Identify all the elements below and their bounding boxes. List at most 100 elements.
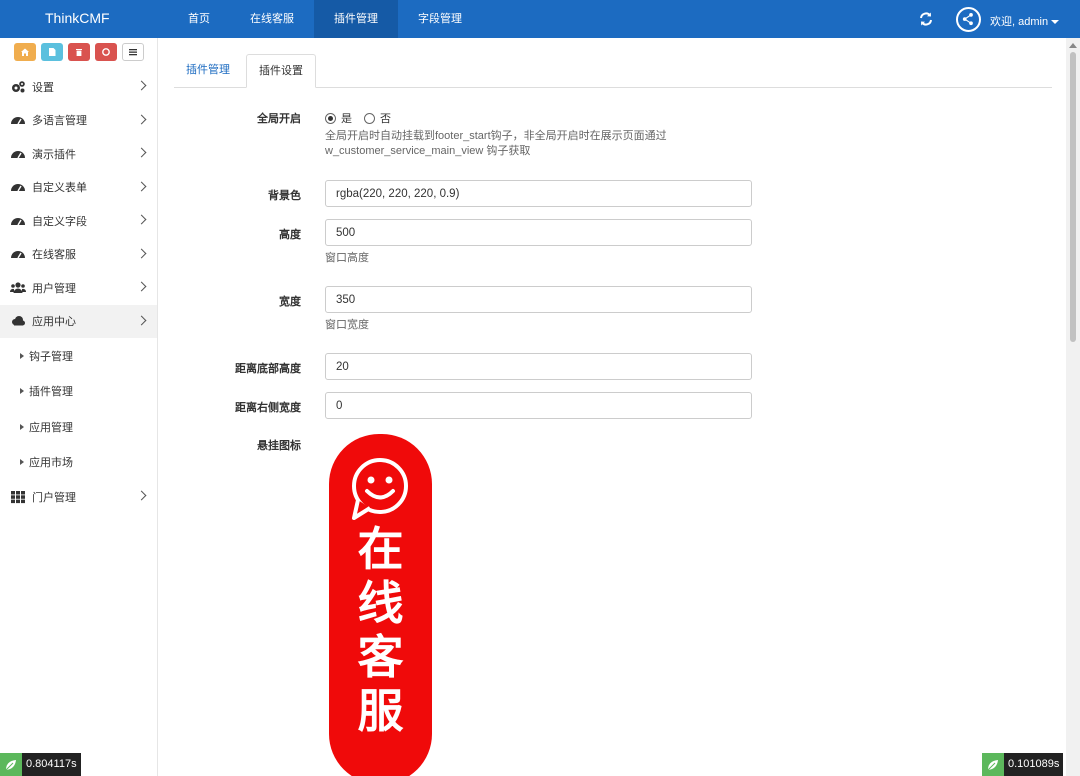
sidebar-subitem-label: 应用管理 xyxy=(29,421,73,434)
brand-logo[interactable]: ThinkCMF xyxy=(45,10,110,26)
debug-time-right: 0.101089s xyxy=(1004,753,1064,776)
top-navbar: ThinkCMF 首页 在线客服 插件管理 字段管理 欢迎, admin xyxy=(0,0,1080,38)
sidebar-item-portal-manage[interactable]: 门户管理 xyxy=(0,480,157,514)
sidebar-subitem-label: 应用市场 xyxy=(29,457,73,470)
dashboard-icon xyxy=(10,247,26,261)
refresh-icon[interactable] xyxy=(918,11,934,27)
radio-no-label[interactable]: 否 xyxy=(380,110,391,126)
sidebar-item-label: 门户管理 xyxy=(32,491,76,504)
height-input[interactable] xyxy=(325,219,752,246)
sidebar-item-custom-form[interactable]: 自定义表单 xyxy=(0,171,157,205)
sidebar-item-multilang[interactable]: 多语言管理 xyxy=(0,104,157,138)
users-icon xyxy=(10,281,26,295)
width-label: 宽度 xyxy=(279,296,301,308)
page-scrollbar[interactable] xyxy=(1066,38,1080,776)
sidebar-subitem-app-manage[interactable]: 应用管理 xyxy=(0,409,157,445)
tab-plugin-settings[interactable]: 插件设置 xyxy=(246,54,316,88)
sidebar-subitem-hook-manage[interactable]: 钩子管理 xyxy=(0,338,157,374)
sidebar-item-label: 设置 xyxy=(32,81,54,94)
list-icon[interactable] xyxy=(121,43,144,61)
radio-yes[interactable] xyxy=(325,112,336,124)
hang-icon-label: 悬挂图标 xyxy=(257,440,301,452)
scroll-up-icon[interactable] xyxy=(1069,43,1077,48)
chevron-right-icon xyxy=(136,315,147,325)
top-nav: 首页 在线客服 插件管理 字段管理 xyxy=(168,0,482,38)
right-distance-input[interactable] xyxy=(325,392,752,419)
avatar[interactable] xyxy=(956,7,981,32)
bottom-distance-label: 距离底部高度 xyxy=(235,363,301,375)
sidebar-item-label: 自定义表单 xyxy=(32,182,87,195)
caret-right-icon xyxy=(20,352,24,359)
debug-trace-left[interactable]: 0.804117s xyxy=(0,753,81,776)
radio-yes-label[interactable]: 是 xyxy=(341,110,352,126)
debug-time-left: 0.804117s xyxy=(22,753,81,776)
caret-right-icon xyxy=(20,388,24,395)
hang-icon-text: 在 线 客 服 xyxy=(329,522,432,738)
dashboard-icon xyxy=(10,214,26,228)
global-enable-help: 全局开启时自动挂载到footer_start钩子，非全局开启时在展示页面通过 w… xyxy=(325,129,667,159)
right-distance-label: 距离右侧宽度 xyxy=(235,402,301,414)
sidebar-item-label: 自定义字段 xyxy=(32,215,87,228)
sidebar-item-label: 用户管理 xyxy=(32,282,76,295)
cloud-icon xyxy=(10,314,26,328)
height-help: 窗口高度 xyxy=(325,252,369,264)
trash-icon[interactable] xyxy=(67,43,90,61)
global-enable-label: 全局开启 xyxy=(257,113,301,125)
home-icon[interactable] xyxy=(13,43,36,61)
gears-icon xyxy=(10,80,26,94)
hang-icon-image[interactable]: 在 线 客 服 xyxy=(329,434,432,776)
main-content: 插件管理 插件设置 全局开启 是 否 全局开启时自动挂载到footer_star… xyxy=(158,38,1066,776)
leaf-icon xyxy=(982,753,1004,776)
sidebar-item-demo-plugin[interactable]: 演示插件 xyxy=(0,137,157,171)
sidebar-item-online-service[interactable]: 在线客服 xyxy=(0,238,157,272)
tab-bar: 插件管理 插件设置 xyxy=(174,54,1052,88)
chevron-right-icon xyxy=(136,147,147,158)
user-greeting-text: 欢迎, admin xyxy=(990,16,1049,28)
dashboard-icon xyxy=(10,113,26,127)
chevron-right-icon xyxy=(136,248,147,258)
hang-icon-char: 线 xyxy=(357,576,404,630)
chevron-right-icon xyxy=(136,114,147,124)
user-menu[interactable]: 欢迎, admin xyxy=(990,13,1060,29)
tab-plugin-manage[interactable]: 插件管理 xyxy=(174,54,242,88)
sidebar-item-app-center[interactable]: 应用中心 xyxy=(0,304,157,338)
height-label: 高度 xyxy=(279,229,301,241)
file-icon[interactable] xyxy=(40,43,63,61)
bottom-distance-input[interactable] xyxy=(325,353,752,380)
background-color-input[interactable] xyxy=(325,180,752,207)
grid-icon xyxy=(10,490,26,504)
global-enable-help-line2: w_customer_service_main_view 钩子获取 xyxy=(325,145,531,157)
topnav-plugin-manage[interactable]: 插件管理 xyxy=(314,0,398,38)
global-enable-radio-group: 是 否 xyxy=(325,110,403,126)
caret-right-icon xyxy=(20,459,24,466)
sidebar-item-user-manage[interactable]: 用户管理 xyxy=(0,271,157,305)
sidebar-item-label: 在线客服 xyxy=(32,249,76,262)
hang-icon-char: 客 xyxy=(357,630,404,684)
dashboard-icon xyxy=(10,180,26,194)
sidebar: 设置 多语言管理 演示插件 自定义表单 自定义字段 在线客服 用户管理 应用中心… xyxy=(0,38,158,776)
chevron-right-icon xyxy=(136,214,147,225)
width-input[interactable] xyxy=(325,286,752,313)
topnav-online-service[interactable]: 在线客服 xyxy=(230,0,314,38)
dashboard-icon xyxy=(10,147,26,161)
sidebar-subitem-label: 插件管理 xyxy=(29,386,73,399)
sidebar-item-label: 演示插件 xyxy=(32,148,76,161)
scroll-thumb[interactable] xyxy=(1070,52,1076,342)
hang-icon-char: 服 xyxy=(357,684,404,738)
hang-icon-char: 在 xyxy=(357,522,404,576)
sidebar-subitem-plugin-manage[interactable]: 插件管理 xyxy=(0,374,157,410)
global-enable-help-line1: 全局开启时自动挂载到footer_start钩子，非全局开启时在展示页面通过 xyxy=(325,130,667,142)
topnav-field-manage[interactable]: 字段管理 xyxy=(398,0,482,38)
debug-trace-right[interactable]: 0.101089s xyxy=(982,753,1064,776)
sidebar-subitem-app-market[interactable]: 应用市场 xyxy=(0,445,157,481)
topnav-home[interactable]: 首页 xyxy=(168,0,230,38)
recycle-icon[interactable] xyxy=(94,43,117,61)
sidebar-item-settings[interactable]: 设置 xyxy=(0,70,157,104)
chevron-right-icon xyxy=(136,80,147,91)
caret-right-icon xyxy=(20,423,24,430)
chevron-right-icon xyxy=(136,490,147,501)
chevron-right-icon xyxy=(136,281,147,292)
radio-no[interactable] xyxy=(364,112,375,124)
sidebar-item-custom-field[interactable]: 自定义字段 xyxy=(0,204,157,238)
smiley-chat-icon xyxy=(352,458,408,520)
